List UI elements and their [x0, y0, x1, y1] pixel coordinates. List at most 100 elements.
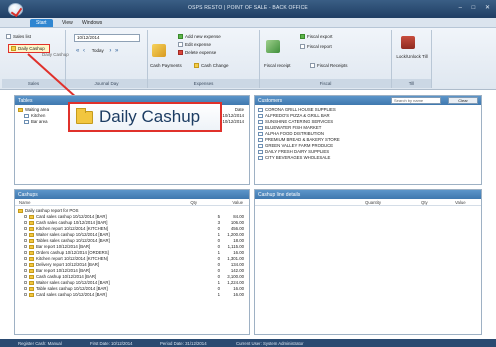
customer-icon: [258, 113, 263, 118]
fiscal-receipt-label: Fiscal receipt: [264, 63, 291, 68]
checkbox[interactable]: [24, 239, 27, 243]
cashup-name: Waiter sales cashup 10/12/2014 [BAR]: [36, 232, 110, 237]
cashup-name: Orders cashup 10/12/2014 [ORDERS]: [36, 250, 109, 255]
column-header-qty[interactable]: Qty: [190, 200, 197, 205]
ribbon-group-label: Expenses: [148, 79, 259, 88]
cash-change-icon: [194, 63, 199, 69]
cash-change-button[interactable]: Cash Change: [194, 63, 229, 69]
checkbox[interactable]: [24, 263, 27, 267]
checkbox[interactable]: [24, 275, 27, 279]
checkbox[interactable]: [24, 215, 27, 219]
table-header: Name Qty Value: [15, 199, 249, 206]
clear-search-button[interactable]: Clear: [448, 97, 478, 104]
cash-payments-button[interactable]: [152, 44, 166, 59]
status-bar: Register Cash: Manual First Date: 10/12/…: [0, 339, 496, 347]
cashup-value: 16.00: [233, 292, 244, 297]
fiscal-receipt-button[interactable]: [266, 40, 280, 55]
table-row[interactable]: Card sales cashup 10/12/2014 [BAR] 1 16.00: [18, 292, 246, 298]
column-header-quantity[interactable]: Quantity: [365, 200, 381, 205]
ribbon-group-expenses: Add new expense Edit expense Delete expe…: [148, 30, 260, 88]
folder-icon: [29, 244, 34, 249]
last-day-icon[interactable]: »: [115, 48, 119, 54]
customer-icon: [258, 143, 263, 148]
lock-icon: [401, 36, 415, 49]
menu-start[interactable]: Start: [30, 19, 53, 27]
sales-list-button[interactable]: Sales list: [6, 34, 31, 40]
ribbon-group-fiscal: Fiscal export Fiscal report Fiscal recei…: [260, 30, 392, 88]
checkbox[interactable]: [24, 227, 27, 231]
minimize-icon[interactable]: –: [459, 5, 462, 11]
customer-icon: [258, 125, 263, 130]
column-header-value[interactable]: Value: [232, 200, 243, 205]
cash-payments-icon: [152, 44, 166, 57]
fiscal-report-button[interactable]: Fiscal report: [300, 44, 332, 50]
receipts-icon: [310, 63, 315, 69]
folder-icon: [29, 238, 34, 243]
checkbox[interactable]: [24, 221, 27, 225]
checkbox[interactable]: [24, 281, 27, 285]
folder-icon: [29, 232, 34, 237]
checkbox[interactable]: [24, 245, 27, 249]
folder-icon: [11, 46, 16, 52]
customer-list: CORONA GRILL HOUSE SUPPLIES ALFREDO'S PI…: [255, 105, 481, 163]
cashup-name: Card sales cashup 10/12/2014 [BAR]: [36, 292, 107, 297]
window-title: OSPS RESTO | POINT OF SALE - BACK OFFICE: [188, 5, 308, 11]
table-header: Quantity Qty Value: [255, 199, 481, 206]
checkbox[interactable]: [24, 251, 27, 255]
cashup-name: Bar report 10/12/2014 [BAR]: [36, 244, 91, 249]
column-header-qty[interactable]: Qty: [421, 200, 428, 205]
folder-icon: [29, 286, 34, 291]
cash-payments-label: Cash Payments: [150, 63, 182, 68]
checkbox[interactable]: [24, 293, 27, 297]
status-cashup-mode: Register Cash: Manual: [18, 340, 62, 346]
ribbon-group-journal: 10/12/2014 « ‹ Today › » Journal Day: [66, 30, 148, 88]
folder-icon: [29, 268, 34, 273]
list-icon: [6, 34, 11, 40]
checkbox[interactable]: [24, 287, 27, 291]
pane-title: Cashups: [15, 190, 249, 199]
checkbox[interactable]: [24, 257, 27, 261]
customer-icon: [258, 149, 263, 154]
edit-expense-button[interactable]: Edit expense: [178, 42, 211, 48]
menu-bar: Start View Windows: [0, 18, 496, 28]
column-header-value[interactable]: Value: [455, 200, 466, 205]
maximize-icon[interactable]: □: [472, 5, 476, 11]
first-day-icon[interactable]: «: [76, 48, 80, 54]
lock-till-label: Lock/Unlock Till: [396, 54, 428, 59]
cashup-qty: 1: [217, 292, 220, 297]
table-icon: [24, 113, 29, 118]
fiscal-export-button[interactable]: Fiscal export: [300, 34, 333, 40]
add-expense-button[interactable]: Add new expense: [178, 34, 221, 40]
add-icon: [178, 34, 183, 40]
close-icon[interactable]: ✕: [485, 5, 490, 11]
prev-day-icon[interactable]: ‹: [83, 48, 86, 54]
ribbon-group-till: Lock/Unlock Till Till: [392, 30, 432, 88]
cashup-details-pane: Cashup line details Quantity Qty Value: [254, 189, 482, 335]
folder-icon: [29, 262, 34, 267]
customer-icon: [258, 107, 263, 112]
column-header-name[interactable]: Name: [19, 200, 30, 205]
fiscal-receipts-button[interactable]: Fiscal Receipts: [310, 63, 348, 69]
cashup-name: Waiter sales cashup 10/12/2014 [BAR]: [36, 280, 110, 285]
folder-icon: [18, 208, 23, 213]
cashup-name: Kitchen report 10/12/2014 [KITCHEN]: [36, 256, 108, 261]
lock-till-button[interactable]: [401, 36, 415, 51]
checkbox[interactable]: [24, 269, 27, 273]
ribbon-group-label: Journal Day: [66, 79, 147, 88]
customer-icon: [258, 137, 263, 142]
today-button[interactable]: Today: [92, 48, 104, 53]
cashup-name: Tables sales cashup 10/12/2014 [BAR]: [36, 238, 110, 243]
journal-date-field[interactable]: 10/12/2014: [74, 34, 140, 42]
list-item[interactable]: CITY BEVERAGES WHOLESALE: [258, 155, 478, 161]
delete-expense-button[interactable]: Delete expense: [178, 50, 216, 56]
menu-windows[interactable]: Windows: [76, 19, 108, 27]
daily-cashup-button[interactable]: Daily Cashup: [8, 44, 50, 53]
cashup-name: Delivery report 10/12/2014 [BAR]: [36, 262, 100, 267]
folder-icon: [29, 274, 34, 279]
customer-search-input[interactable]: Search by name: [391, 97, 441, 104]
customers-pane: Customers Search by name Clear CORONA GR…: [254, 95, 482, 185]
checkbox[interactable]: [24, 233, 27, 237]
folder-icon: [29, 256, 34, 261]
next-day-icon[interactable]: ›: [109, 48, 112, 54]
status-first-date: First Date: 10/12/2014: [90, 340, 133, 346]
